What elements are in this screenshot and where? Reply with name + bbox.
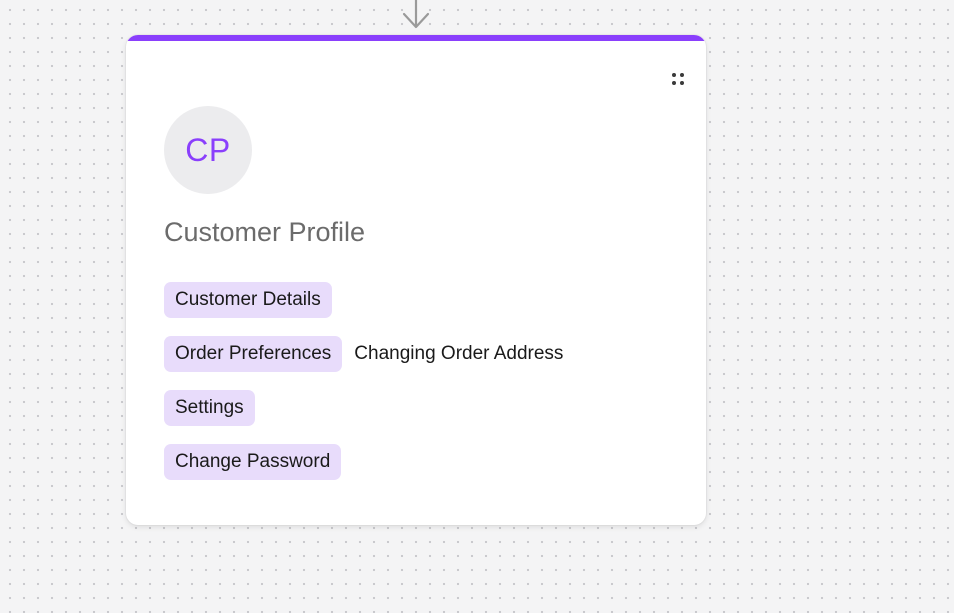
flow-canvas[interactable]: CP Customer Profile Customer Details Ord… <box>0 0 954 613</box>
tag-row: Customer Details <box>164 281 684 319</box>
arrow-down-icon <box>402 0 430 29</box>
tag-list: Customer Details Order Preferences Chang… <box>164 281 684 497</box>
avatar: CP <box>164 106 252 194</box>
link-changing-order-address[interactable]: Changing Order Address <box>354 343 563 365</box>
drag-dots-icon[interactable] <box>668 69 688 89</box>
tag-order-preferences[interactable]: Order Preferences <box>164 336 343 372</box>
tag-row: Order Preferences Changing Order Address <box>164 335 684 373</box>
card-title: Customer Profile <box>164 217 366 247</box>
avatar-initials: CP <box>185 131 231 168</box>
customer-profile-card[interactable]: CP Customer Profile Customer Details Ord… <box>126 35 706 525</box>
tag-customer-details[interactable]: Customer Details <box>164 282 332 318</box>
tag-settings[interactable]: Settings <box>164 390 255 426</box>
tag-row: Settings <box>164 389 684 427</box>
tag-row: Change Password <box>164 443 684 481</box>
card-accent-bar <box>126 35 706 41</box>
tag-change-password[interactable]: Change Password <box>164 444 342 480</box>
